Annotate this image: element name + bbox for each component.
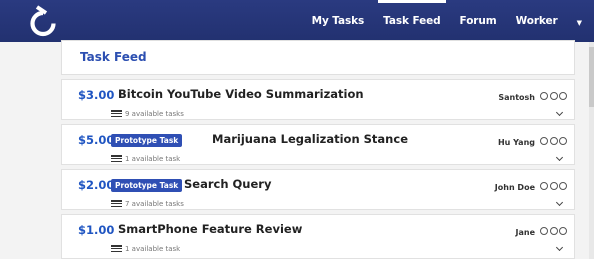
task-owner: Hu Yang: [497, 138, 535, 147]
available-tasks: 1 available task: [111, 154, 180, 163]
nav-task-feed[interactable]: Task Feed: [378, 0, 446, 42]
prototype-badge: Prototype Task: [111, 179, 183, 192]
task-price: $1.00: [78, 223, 115, 237]
task-owner: Jane: [515, 228, 536, 237]
available-tasks-label: 7 available tasks: [125, 199, 184, 208]
task-title[interactable]: Search Query: [184, 177, 271, 191]
available-tasks: 1 available task: [111, 244, 180, 253]
chevron-down-icon[interactable]: [555, 243, 564, 252]
task-card[interactable]: $3.00 Bitcoin YouTube Video Summarizatio…: [61, 79, 575, 120]
task-card[interactable]: $2.00 Prototype Task Search Query 7 avai…: [61, 169, 575, 210]
task-card[interactable]: $1.00 SmartPhone Feature Review 1 availa…: [61, 214, 575, 259]
logo-icon[interactable]: [26, 4, 60, 40]
rating-circle-icon: [539, 227, 567, 235]
task-owner: John Doe: [494, 183, 535, 192]
chevron-down-icon[interactable]: [555, 153, 564, 162]
rating-circle-icon: [539, 182, 567, 190]
task-owner: Santosh: [498, 93, 535, 102]
prototype-badge: Prototype Task: [111, 134, 183, 147]
task-card[interactable]: $5.00 Prototype Task Marijuana Legalizat…: [61, 124, 575, 165]
nav-forum[interactable]: Forum: [460, 0, 497, 42]
chevron-down-icon[interactable]: ▼: [577, 19, 582, 27]
available-tasks-label: 1 available task: [125, 154, 181, 163]
list-icon: [111, 244, 122, 253]
task-title[interactable]: SmartPhone Feature Review: [118, 222, 302, 236]
list-icon: [111, 154, 122, 163]
list-icon: [111, 109, 122, 118]
task-title[interactable]: Marijuana Legalization Stance: [212, 132, 408, 146]
panel-title: Task Feed: [80, 50, 147, 64]
top-navbar: My Tasks Task Feed Forum Worker ▼: [0, 0, 594, 42]
chevron-down-icon[interactable]: [555, 198, 564, 207]
scrollbar-thumb[interactable]: [589, 47, 594, 107]
available-tasks: 9 available tasks: [111, 109, 184, 118]
nav-worker[interactable]: Worker: [516, 0, 558, 42]
rating-circle-icon: [539, 137, 567, 145]
task-price: $2.00: [78, 178, 115, 192]
panel-header: Task Feed: [61, 40, 575, 75]
available-tasks-label: 1 available task: [125, 244, 181, 253]
task-price: $3.00: [78, 88, 115, 102]
rating-circle-icon: [539, 92, 567, 100]
task-price: $5.00: [78, 133, 115, 147]
nav-my-tasks[interactable]: My Tasks: [312, 0, 365, 42]
task-title[interactable]: Bitcoin YouTube Video Summarization: [118, 87, 364, 101]
available-tasks-label: 9 available tasks: [125, 109, 184, 118]
list-icon: [111, 199, 122, 208]
available-tasks: 7 available tasks: [111, 199, 184, 208]
chevron-down-icon[interactable]: [555, 108, 564, 117]
